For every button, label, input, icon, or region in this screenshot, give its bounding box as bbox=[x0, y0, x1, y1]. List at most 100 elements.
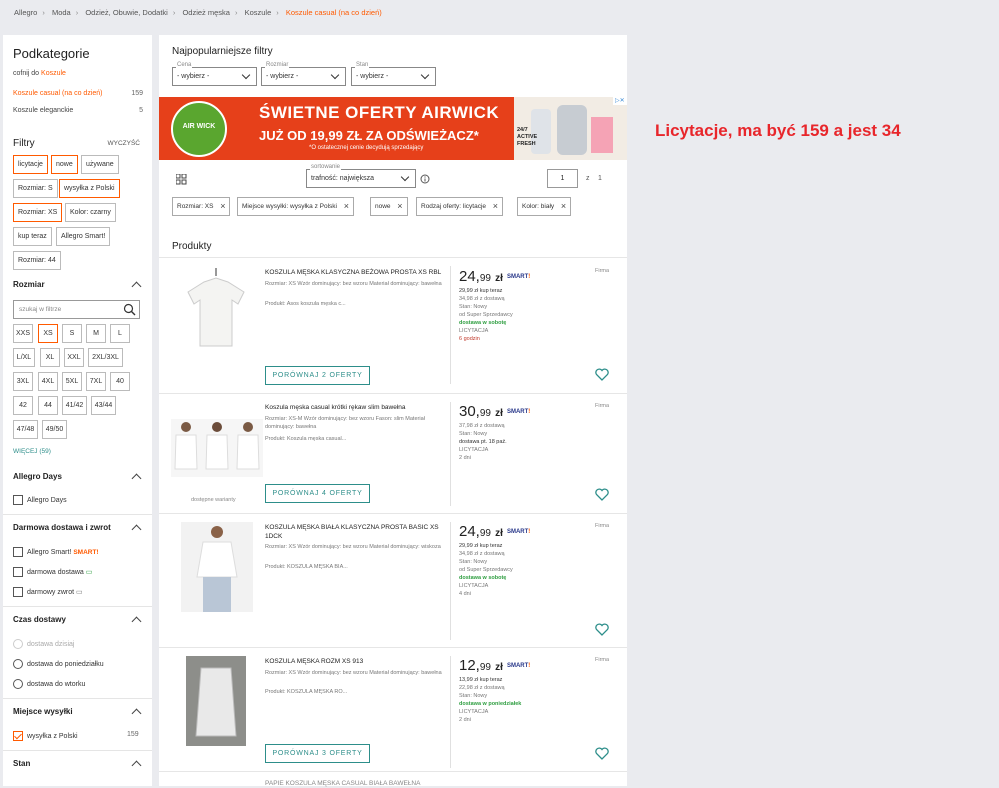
close-icon[interactable]: × bbox=[397, 198, 402, 215]
filter-chip[interactable]: Kolor: czarny bbox=[65, 203, 116, 222]
size-search-input[interactable]: szukaj w filtrze bbox=[13, 300, 140, 319]
size-option[interactable]: 44 bbox=[38, 396, 58, 415]
size-option[interactable]: 49/50 bbox=[42, 420, 67, 439]
heart-icon[interactable] bbox=[595, 488, 609, 501]
size-option[interactable]: XXL bbox=[64, 348, 84, 367]
delivery-header[interactable]: Darmowa dostawa i zwrot bbox=[13, 523, 142, 535]
active-filter-chip[interactable]: Rozmiar: XS bbox=[13, 203, 63, 222]
checkbox-icon bbox=[13, 547, 23, 557]
breadcrumb-item[interactable]: Moda bbox=[52, 8, 71, 17]
applied-filter-chip[interactable]: Rozmiar: XS × bbox=[172, 197, 231, 216]
applied-filter-chip[interactable]: Miejsce wysyłki: wysyłka z Polski × bbox=[237, 197, 354, 216]
ad-close-icon[interactable]: ▷✕ bbox=[615, 97, 625, 104]
breadcrumb-item[interactable]: Odzież męska bbox=[182, 8, 230, 17]
size-option[interactable]: 5XL bbox=[62, 372, 82, 391]
delivery-monday-radio[interactable]: dostawa do poniedziałku bbox=[13, 659, 104, 669]
size-option[interactable]: L/XL bbox=[13, 348, 35, 367]
breadcrumb-item[interactable]: Odzież, Obuwie, Dodatki bbox=[85, 8, 168, 17]
heart-icon[interactable] bbox=[595, 747, 609, 760]
size-option[interactable]: 47/48 bbox=[13, 420, 38, 439]
size-option[interactable]: 40 bbox=[110, 372, 130, 391]
active-filter-chip[interactable]: nowe bbox=[51, 155, 78, 174]
state-select[interactable]: Stan - wybierz - bbox=[351, 62, 436, 86]
filter-chip[interactable]: Allegro Smart! bbox=[56, 227, 111, 246]
delivery-tuesday-radio[interactable]: dostawa do wtorku bbox=[13, 679, 85, 689]
compare-offers-button[interactable]: PORÓWNAJ 4 OFERTY bbox=[265, 484, 370, 503]
subcategory-casual[interactable]: Koszule casual (na co dzień) 159 bbox=[13, 90, 143, 97]
breadcrumb-item[interactable]: Allegro bbox=[14, 8, 37, 17]
size-option[interactable]: 3XL bbox=[13, 372, 33, 391]
heart-icon[interactable] bbox=[595, 623, 609, 636]
applied-filter-chip[interactable]: nowe × bbox=[370, 197, 408, 216]
info-icon[interactable] bbox=[420, 174, 430, 184]
product-card[interactable]: dostępne warianty Koszula męska casual k… bbox=[159, 393, 627, 513]
size-option[interactable]: 4XL bbox=[38, 372, 58, 391]
state-header[interactable]: Stan bbox=[13, 759, 142, 771]
size-option[interactable]: 2XL/3XL bbox=[88, 348, 123, 367]
applied-filter-chip[interactable]: Kolor: biały × bbox=[517, 197, 572, 216]
heart-icon[interactable] bbox=[595, 368, 609, 381]
airwick-banner[interactable]: AIR WICK ŚWIETNE OFERTY AIRWICK JUŻ OD 1… bbox=[159, 97, 627, 160]
ship-location-header[interactable]: Miejsce wysyłki bbox=[13, 707, 142, 719]
allegro-days-header[interactable]: Allegro Days bbox=[13, 472, 142, 484]
price-select[interactable]: Cena - wybierz - bbox=[172, 62, 257, 86]
sort-select[interactable]: sortowanie trafność: największa bbox=[306, 164, 416, 188]
size-option-selected[interactable]: XS bbox=[38, 324, 58, 343]
filter-chip[interactable]: Rozmiar: S bbox=[13, 179, 58, 198]
size-option[interactable]: XXS bbox=[13, 324, 33, 343]
size-select[interactable]: Rozmiar - wybierz - bbox=[261, 62, 346, 86]
subcategory-elegant[interactable]: Koszule eleganckie 5 bbox=[13, 107, 143, 114]
size-option[interactable]: M bbox=[86, 324, 106, 343]
applied-filter-chip[interactable]: Rodzaj oferty: licytacje × bbox=[416, 197, 504, 216]
product-card[interactable]: KOSZULA MĘSKA ROZM XS 913 Rozmiar: XS Wz… bbox=[159, 647, 627, 771]
size-option[interactable]: L bbox=[110, 324, 130, 343]
product-card[interactable]: KOSZULA MĘSKA KLASYCZNA BEŻOWA PROSTA XS… bbox=[159, 257, 627, 392]
compare-offers-button[interactable]: PORÓWNAJ 3 OFERTY bbox=[265, 744, 370, 763]
offer-type: LICYTACJA bbox=[459, 328, 489, 334]
product-title[interactable]: PAPIE KOSZULA MĘSKA CASUAL BIAŁA BAWEŁNA bbox=[265, 779, 445, 788]
product-card[interactable]: PAPIE KOSZULA MĘSKA CASUAL BIAŁA BAWEŁNA bbox=[159, 771, 627, 788]
filter-chip[interactable]: Rozmiar: 44 bbox=[13, 251, 61, 270]
back-link[interactable]: Koszule bbox=[41, 70, 66, 77]
size-option[interactable]: 42 bbox=[13, 396, 33, 415]
ship-poland-checkbox[interactable]: wysyłka z Polski 159 bbox=[13, 731, 139, 741]
smart-checkbox[interactable]: Allegro Smart! SMART! bbox=[13, 547, 99, 557]
free-delivery-checkbox[interactable]: darmowa dostawa ▭ bbox=[13, 567, 92, 577]
filter-chip[interactable]: kup teraz bbox=[13, 227, 52, 246]
filter-chip[interactable]: używane bbox=[81, 155, 119, 174]
size-option[interactable]: 41/42 bbox=[62, 396, 87, 415]
more-sizes-link[interactable]: WIĘCEJ (59) bbox=[13, 448, 51, 455]
product-title[interactable]: KOSZULA MĘSKA ROZM XS 913 bbox=[265, 657, 445, 666]
product-image[interactable] bbox=[186, 656, 246, 746]
product-image[interactable] bbox=[184, 268, 249, 348]
size-option[interactable]: 7XL bbox=[86, 372, 106, 391]
product-title[interactable]: KOSZULA MĘSKA BIAŁA KLASYCZNA PROSTA BAS… bbox=[265, 523, 445, 541]
active-filter-chip[interactable]: licytacje bbox=[13, 155, 48, 174]
close-icon[interactable]: × bbox=[220, 198, 225, 215]
free-return-checkbox[interactable]: darmowy zwrot ▭ bbox=[13, 587, 83, 597]
breadcrumb-item[interactable]: Koszule bbox=[245, 8, 272, 17]
grid-view-icon[interactable] bbox=[176, 174, 187, 185]
size-option[interactable]: S bbox=[62, 324, 82, 343]
product-title[interactable]: KOSZULA MĘSKA KLASYCZNA BEŻOWA PROSTA XS… bbox=[265, 268, 445, 277]
product-image[interactable] bbox=[171, 419, 263, 477]
smart-badge-icon: SMART! bbox=[506, 409, 531, 416]
size-option[interactable]: 43/44 bbox=[91, 396, 116, 415]
clear-filters-button[interactable]: WYCZYŚĆ bbox=[108, 140, 141, 147]
compare-offers-button[interactable]: PORÓWNAJ 2 OFERTY bbox=[265, 366, 370, 385]
product-card[interactable]: KOSZULA MĘSKA BIAŁA KLASYCZNA PROSTA BAS… bbox=[159, 513, 627, 647]
size-option[interactable]: XL bbox=[40, 348, 60, 367]
size-section-header[interactable]: Rozmiar bbox=[13, 280, 142, 292]
delivery-time-header[interactable]: Czas dostawy bbox=[13, 615, 142, 627]
allegro-days-checkbox[interactable]: Allegro Days bbox=[13, 495, 67, 505]
page-input[interactable]: 1 bbox=[547, 169, 578, 188]
product-image[interactable] bbox=[181, 522, 253, 612]
chip-label: Kolor: biały bbox=[522, 203, 555, 210]
close-icon[interactable]: × bbox=[493, 198, 498, 215]
price-with-delivery: 22,98 zł z dostawą bbox=[459, 685, 505, 691]
search-icon[interactable] bbox=[123, 303, 136, 316]
close-icon[interactable]: × bbox=[561, 198, 566, 215]
product-title[interactable]: Koszula męska casual krótki rękaw slim b… bbox=[265, 403, 445, 412]
close-icon[interactable]: × bbox=[344, 198, 349, 215]
active-filter-chip[interactable]: wysyłka z Polski bbox=[59, 179, 120, 198]
